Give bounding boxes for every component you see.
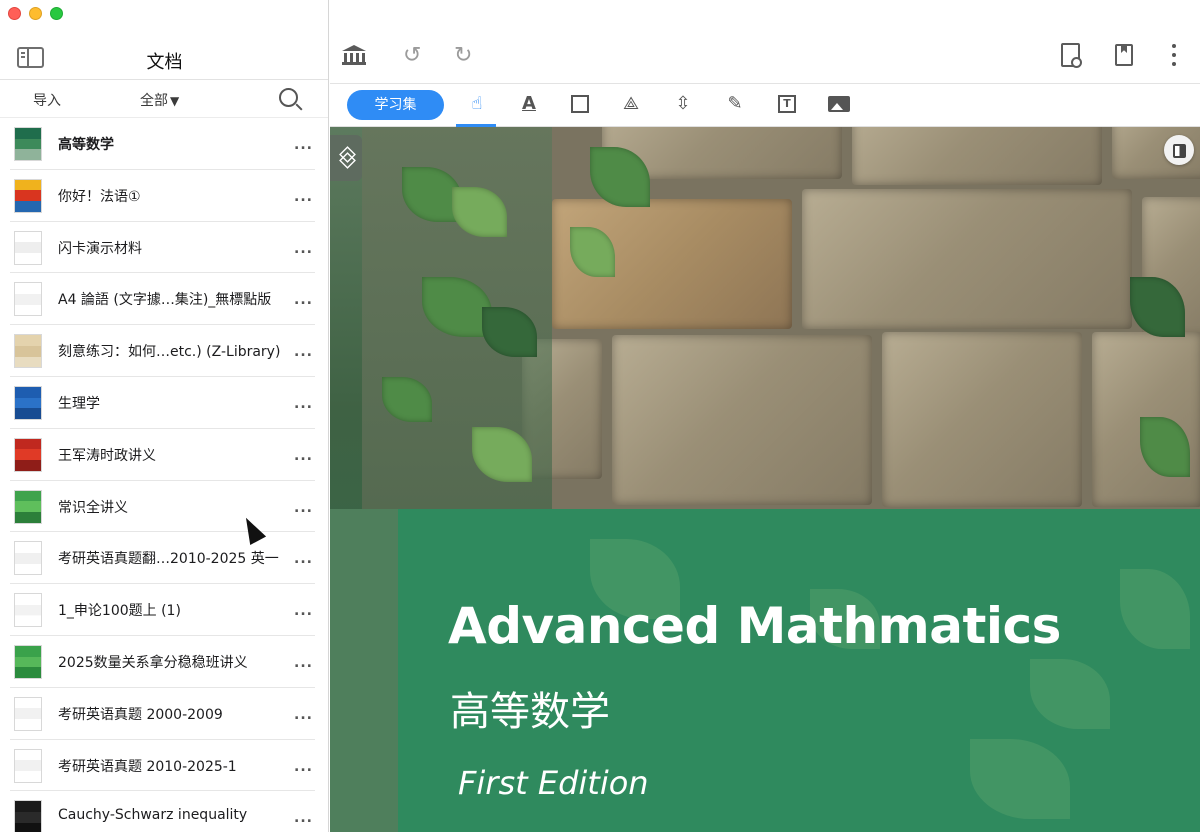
cover-green-left-strip [330, 509, 398, 832]
document-list-item[interactable]: 考研英语真题翻…2010-2025 英一... [10, 532, 315, 585]
text-color-tool-icon[interactable]: A [517, 92, 541, 116]
document-thumbnail [14, 541, 42, 576]
textbox-tool-icon[interactable]: T [775, 92, 799, 116]
document-thumbnail [14, 282, 42, 317]
document-title: 高等数学 [58, 137, 114, 153]
sidebar: 文档 导入 全部 ▼ 高等数学... 你好！法语①... 闪卡演示材料... A4 論語… [0, 0, 329, 832]
study-set-button[interactable]: 学习集 [347, 90, 444, 120]
more-icon[interactable]: ... [294, 190, 313, 204]
document-list-item[interactable]: 1_申论100题上 (1)... [10, 584, 315, 636]
filter-bar: 导入 全部 ▼ [0, 80, 328, 118]
more-icon[interactable]: ... [294, 501, 313, 515]
more-icon[interactable]: ... [294, 760, 313, 774]
document-list-item[interactable]: Cauchy-Schwarz inequality... [10, 791, 315, 832]
filter-label: 全部 [140, 93, 168, 109]
top-toolbar: ↺ ↻ [330, 0, 1200, 84]
tools-toolbar: 学习集 ☝ A ⟁ ⇳ ✎ T [330, 84, 1200, 127]
document-title: 王军涛时政讲义 [58, 447, 156, 464]
redo-icon[interactable]: ↻ [454, 45, 472, 67]
more-icon[interactable]: ... [294, 708, 313, 722]
more-icon[interactable]: ... [294, 397, 313, 411]
document-list-item[interactable]: 常识全讲义... [10, 481, 315, 533]
textbox-glyph: T [778, 95, 796, 113]
document-thumbnail [14, 230, 42, 265]
document-title: A4 論語 (文字據…集注)_無標點版 [58, 292, 272, 309]
side-panel-toggle-icon[interactable] [1164, 135, 1194, 165]
document-thumbnail [14, 334, 42, 369]
more-icon[interactable]: ... [294, 242, 313, 256]
document-thumbnail [14, 696, 42, 731]
document-title: 考研英语真题 2000-2009 [58, 706, 223, 723]
document-list-item[interactable]: 刻意练习：如何…etc.) (Z-Library)... [10, 325, 315, 377]
sidebar-title: 文档 [146, 52, 183, 73]
document-list: 高等数学... 你好！法语①... 闪卡演示材料... A4 論語 (文字據…集注)_… [0, 118, 328, 832]
filter-dropdown[interactable]: 全部 ▼ [140, 90, 179, 110]
ivy-overlay [362, 127, 552, 509]
document-title: 2025数量关系拿分稳稳班讲义 [58, 654, 248, 671]
search-icon[interactable] [279, 88, 298, 107]
caret-down-icon: ▼ [170, 94, 180, 108]
pen-tool-icon[interactable]: ✎ [723, 92, 747, 116]
more-icon[interactable]: ... [294, 552, 313, 566]
document-title: 刻意练习：如何…etc.) (Z-Library) [58, 344, 281, 361]
document-list-item[interactable]: 王军涛时政讲义... [10, 429, 315, 481]
rect-select-tool-icon[interactable] [568, 92, 592, 116]
document-list-item[interactable]: 2025数量关系拿分稳稳班讲义... [10, 636, 315, 688]
document-title: 考研英语真题翻…2010-2025 英一 [58, 551, 279, 568]
lasso-tool-icon[interactable]: ⟁ [619, 92, 643, 116]
more-icon[interactable]: ... [294, 449, 313, 463]
more-icon[interactable]: ... [294, 811, 313, 825]
document-list-item[interactable]: 生理学... [10, 377, 315, 429]
expand-tool-icon[interactable]: ⇳ [671, 92, 695, 116]
bookmark-icon[interactable] [1115, 44, 1133, 66]
document-title: 生理学 [58, 395, 100, 412]
document-search-icon[interactable] [1061, 43, 1082, 68]
more-icon[interactable]: ... [294, 138, 313, 152]
document-thumbnail [14, 437, 42, 472]
document-list-item[interactable]: A4 論語 (文字據…集注)_無標點版... [10, 273, 315, 326]
minimize-window-button[interactable] [29, 7, 42, 20]
document-title: Cauchy-Schwarz inequality [58, 807, 248, 824]
document-title: 考研英语真题 2010-2025-1 [58, 758, 237, 775]
document-list-item[interactable]: 考研英语真题 2010-2025-1... [10, 740, 315, 792]
document-title: 闪卡演示材料 [58, 240, 142, 257]
cover-title-chinese: 高等数学 [450, 689, 610, 735]
layers-icon[interactable] [330, 135, 362, 181]
document-title: 1_申论100题上 (1) [58, 603, 181, 620]
document-thumbnail [14, 800, 42, 832]
document-list-item[interactable]: 高等数学... [10, 118, 315, 170]
sidebar-header: 文档 [0, 40, 328, 80]
document-thumbnail [14, 127, 42, 161]
image-tool-icon[interactable] [827, 92, 851, 116]
close-window-button[interactable] [8, 7, 21, 20]
more-icon[interactable]: ... [294, 656, 313, 670]
document-title: 常识全讲义 [58, 499, 128, 516]
pointer-tool-icon[interactable]: ☝ [465, 92, 489, 116]
zoom-window-button[interactable] [50, 7, 63, 20]
undo-icon[interactable]: ↺ [403, 45, 421, 67]
document-list-item[interactable]: 你好！法语①... [10, 170, 315, 222]
document-thumbnail [14, 644, 42, 679]
library-icon[interactable] [342, 45, 366, 65]
cover-edition: First Edition [458, 764, 649, 802]
more-options-icon[interactable] [1172, 44, 1178, 66]
document-viewer[interactable]: Advanced Mathmatics 高等数学 First Edition [330, 127, 1200, 832]
document-title: 你好！法语① [58, 188, 141, 205]
document-thumbnail [14, 385, 42, 420]
more-icon[interactable]: ... [294, 345, 313, 359]
cover-title-english: Advanced Mathmatics [448, 597, 1061, 655]
document-list-item[interactable]: 闪卡演示材料... [10, 222, 315, 274]
document-list-item[interactable]: 考研英语真题 2000-2009... [10, 688, 315, 740]
document-thumbnail [14, 593, 42, 628]
document-thumbnail [14, 178, 42, 213]
more-icon[interactable]: ... [294, 604, 313, 618]
more-icon[interactable]: ... [294, 293, 313, 307]
window-controls [8, 7, 63, 20]
document-thumbnail [14, 748, 42, 783]
import-button[interactable]: 导入 [33, 90, 61, 110]
document-thumbnail [14, 489, 42, 524]
